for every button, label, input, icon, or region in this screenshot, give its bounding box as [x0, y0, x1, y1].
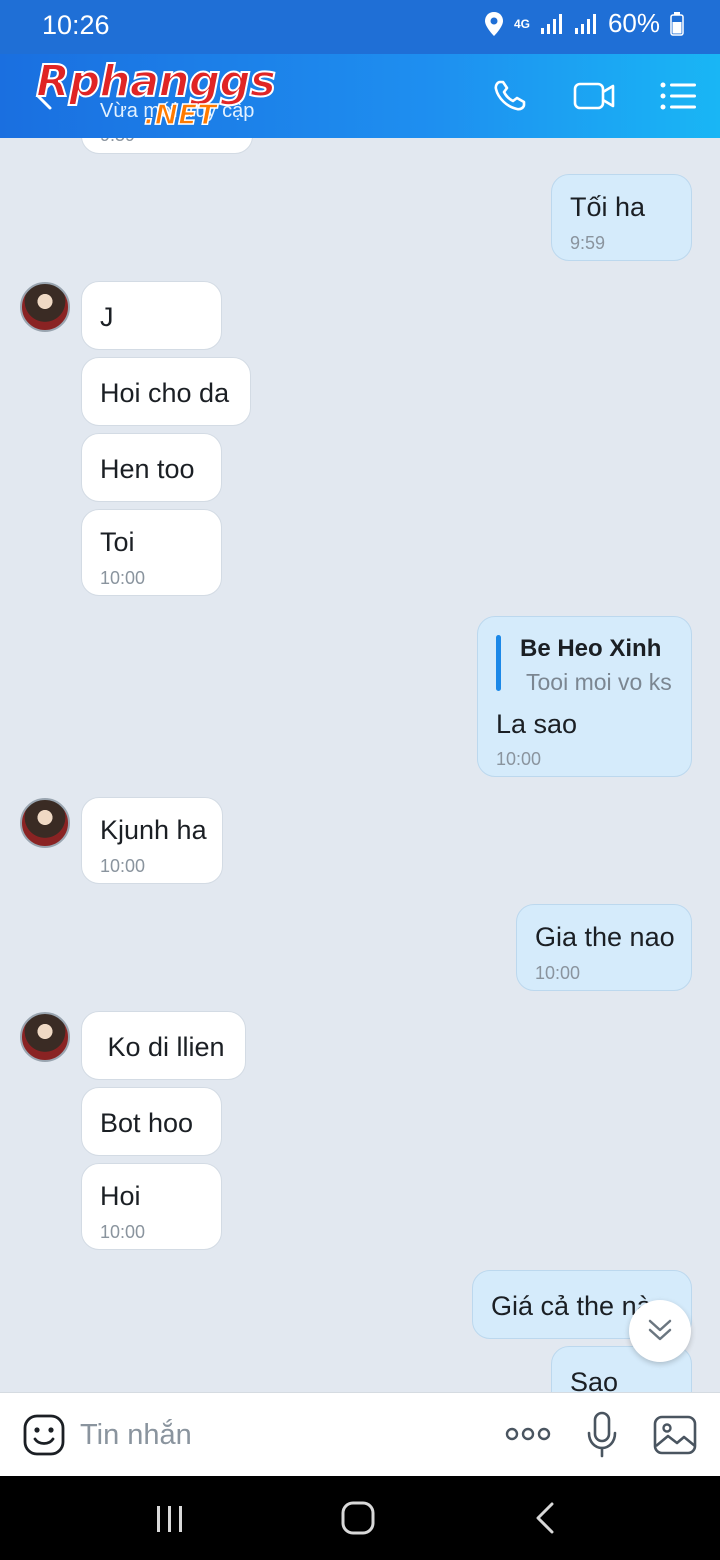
- emoji-icon[interactable]: [22, 1413, 66, 1457]
- image-icon[interactable]: [652, 1413, 698, 1457]
- message-text: Kjunh ha: [100, 815, 207, 845]
- message-text: Bot hoo: [100, 1108, 194, 1138]
- message-text: Ko di llien: [100, 1032, 225, 1062]
- network-type: 4G: [513, 16, 530, 31]
- chat-header: Vừa mới truy cập Rphanggs .NET: [0, 54, 720, 138]
- message-bubble-outgoing[interactable]: Tối ha 9:59: [551, 174, 692, 261]
- avatar[interactable]: [20, 1012, 70, 1062]
- message-bubble-incoming[interactable]: Hen too: [81, 433, 222, 502]
- message-time: 10:00: [535, 963, 581, 983]
- message-text: Hoi: [100, 1181, 141, 1211]
- microphone-icon[interactable]: [586, 1411, 618, 1459]
- message-text: Hen too: [100, 454, 195, 484]
- message-time: 10:00: [496, 749, 542, 769]
- message-text: Sao: [570, 1367, 619, 1392]
- message-text: Tối ha: [570, 192, 646, 222]
- message-bubble-incoming[interactable]: J: [81, 281, 222, 350]
- message-list[interactable]: 9:59 Tối ha 9:59 J Hoi cho da Hen too To…: [0, 138, 720, 1392]
- message-text: Toi: [100, 527, 135, 557]
- back-navigation-icon[interactable]: [532, 1500, 558, 1536]
- home-icon[interactable]: [340, 1500, 376, 1536]
- recent-apps-icon[interactable]: [154, 1504, 186, 1534]
- signal-icon-2: [574, 13, 596, 34]
- watermark-logo: Rphanggs .NET: [35, 55, 277, 132]
- system-navigation-bar: [0, 1476, 720, 1560]
- quote-author: Be Heo Xinh: [520, 635, 662, 662]
- message-text: La sao: [496, 709, 578, 739]
- message-time: 10:00: [100, 856, 146, 876]
- message-text: J: [100, 302, 114, 332]
- message-text: Giá cả the nà: [491, 1291, 652, 1321]
- composer: [0, 1392, 720, 1476]
- message-text: Gia the nao: [535, 922, 675, 952]
- message-bubble-incoming[interactable]: Bot hoo: [81, 1087, 222, 1156]
- quote-text: Tooi moi vo ks: [526, 669, 672, 695]
- battery-icon: [670, 11, 684, 36]
- menu-icon[interactable]: [656, 76, 700, 116]
- more-options-icon[interactable]: [504, 1419, 552, 1449]
- message-bubble-reply[interactable]: Be Heo Xinh Tooi moi vo ks La sao 10:00: [477, 616, 692, 777]
- message-bubble-incoming[interactable]: 9:59: [81, 138, 253, 154]
- phone-icon[interactable]: [490, 76, 534, 116]
- message-bubble-incoming[interactable]: Ko di llien: [81, 1011, 246, 1080]
- message-time: 10:00: [100, 1222, 146, 1242]
- location-icon: [484, 11, 503, 36]
- message-input[interactable]: [80, 1415, 460, 1455]
- status-time: 10:26: [42, 10, 110, 40]
- quote-bar: [496, 635, 501, 691]
- scroll-to-bottom-button[interactable]: [629, 1300, 691, 1362]
- chevron-double-down-icon: [648, 1319, 672, 1341]
- signal-icon: [540, 13, 562, 34]
- message-time: 10:00: [100, 568, 146, 588]
- message-bubble-incoming[interactable]: Kjunh ha 10:00: [81, 797, 223, 884]
- message-text: Hoi cho da: [100, 378, 230, 408]
- video-call-icon[interactable]: [572, 76, 616, 116]
- status-bar: 10:26 4G 60%: [0, 0, 720, 54]
- message-bubble-incoming[interactable]: Hoi cho da: [81, 357, 251, 426]
- message-bubble-incoming[interactable]: Hoi 10:00: [81, 1163, 222, 1250]
- message-time: 9:59: [570, 233, 606, 253]
- message-bubble-incoming[interactable]: Toi 10:00: [81, 509, 222, 596]
- avatar[interactable]: [20, 798, 70, 848]
- battery-percent: 60%: [607, 8, 660, 38]
- message-time: 9:59: [100, 138, 135, 146]
- message-bubble-outgoing[interactable]: Gia the nao 10:00: [516, 904, 692, 991]
- avatar[interactable]: [20, 282, 70, 332]
- status-icons: 4G 60%: [484, 8, 684, 39]
